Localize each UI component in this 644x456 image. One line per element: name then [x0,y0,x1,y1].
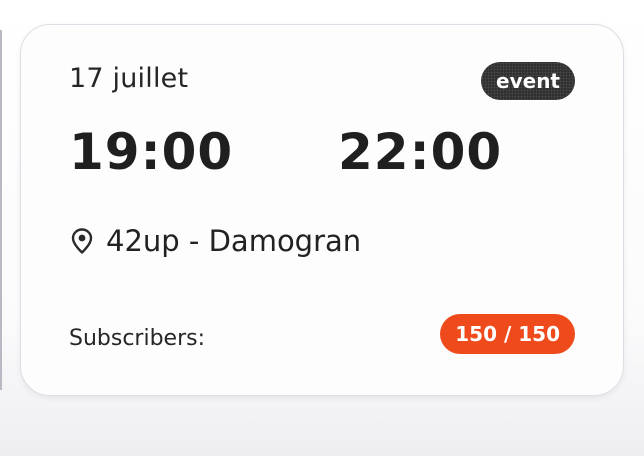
event-card[interactable]: 17 juillet event 19:00 22:00 42up - Damo… [20,24,624,396]
subscribers-label: Subscribers: [69,326,206,351]
event-type-badge: event [481,62,575,100]
start-time: 19:00 [69,123,234,181]
event-location: 42up - Damogran [71,221,361,261]
subscribers-count-badge: 150 / 150 [440,314,575,354]
end-time: 22:00 [338,123,503,181]
left-edge-divider [0,30,2,390]
location-name: 42up - Damogran [106,224,362,258]
map-pin-icon [71,228,93,254]
event-date: 17 juillet [69,63,189,94]
